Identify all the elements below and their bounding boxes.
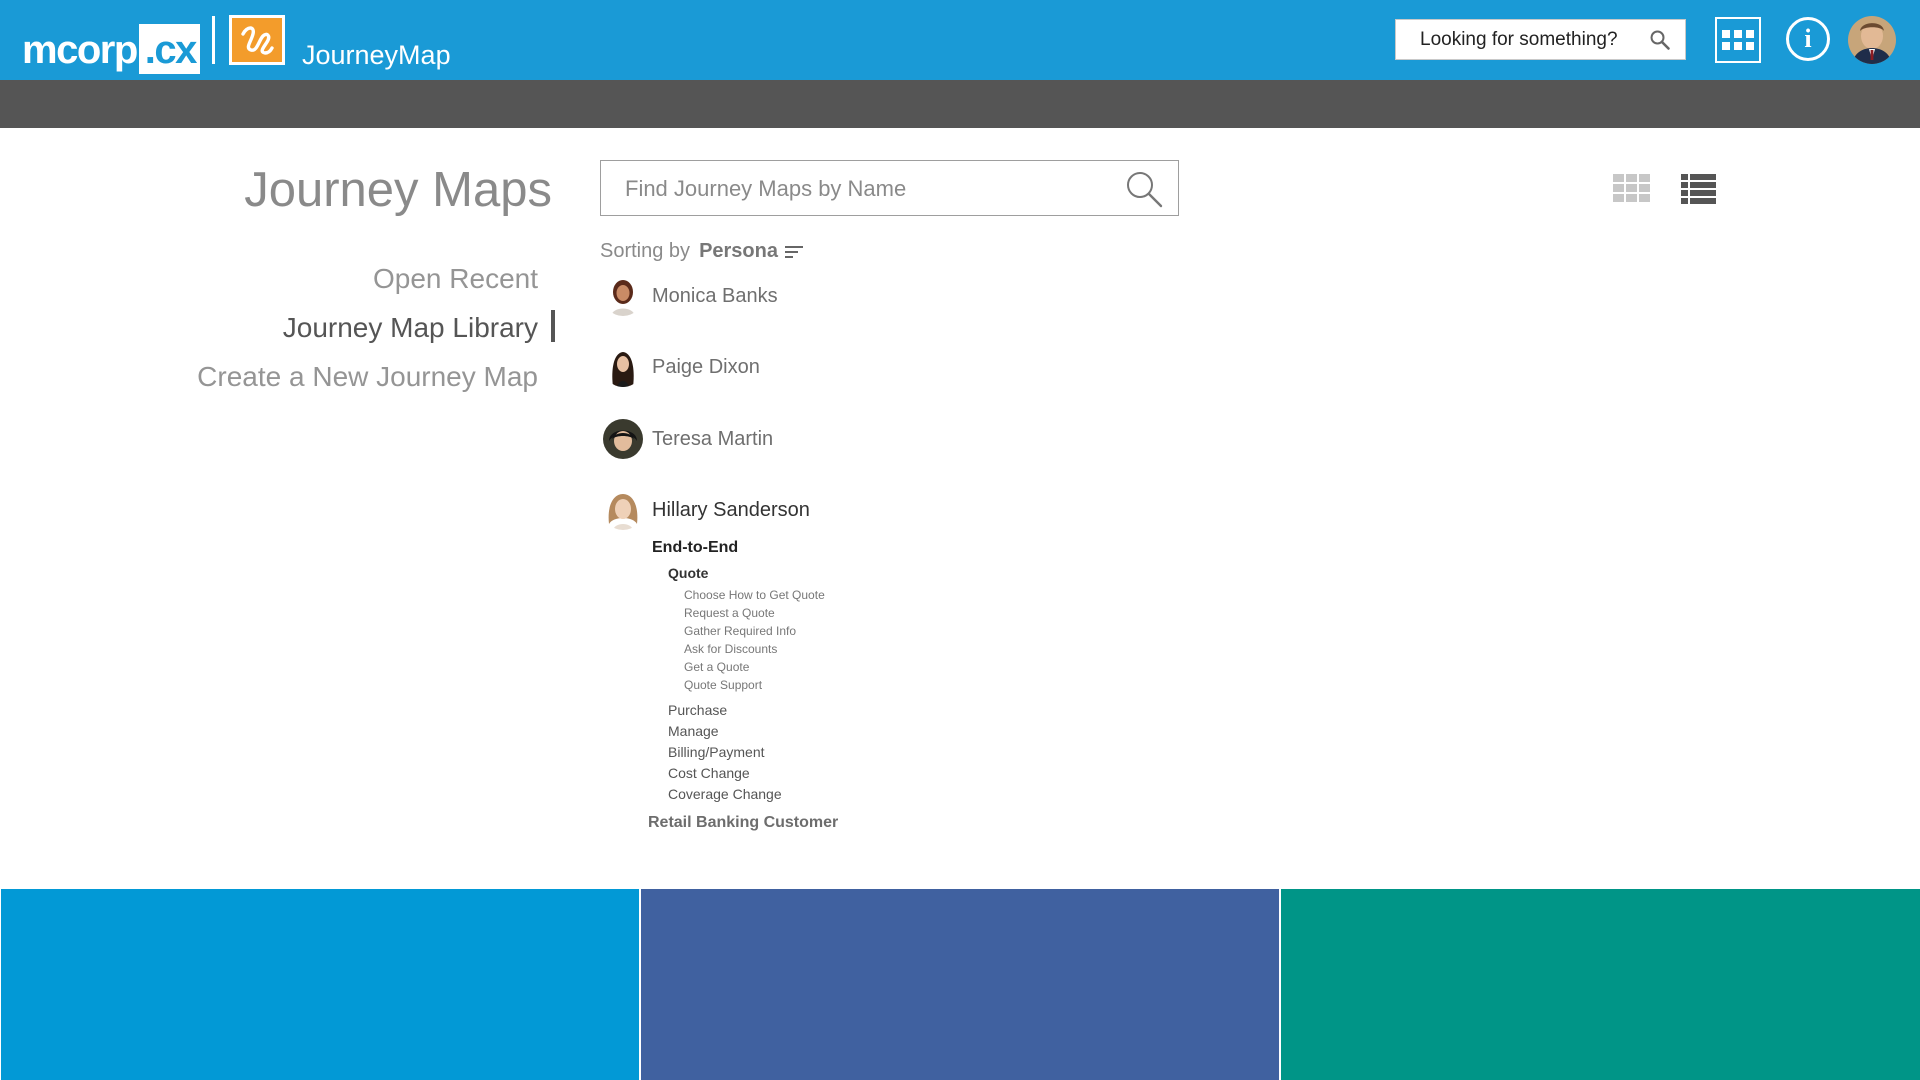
persona-name: Monica Banks — [652, 284, 778, 307]
nav-open-recent[interactable]: Open Recent — [197, 254, 538, 303]
footer-tile-teal[interactable] — [1281, 889, 1920, 1080]
stage-item[interactable]: Cost Change — [668, 765, 750, 781]
stage-item[interactable]: Billing/Payment — [668, 744, 765, 760]
list-row — [1681, 174, 1716, 180]
global-search-input[interactable] — [1418, 27, 1652, 52]
search-icon[interactable] — [1649, 29, 1671, 51]
persona-hillary-sanderson[interactable]: Hillary Sanderson — [603, 489, 810, 531]
list-row — [1681, 182, 1716, 188]
sort-control[interactable]: Sorting by Persona — [600, 240, 805, 263]
active-nav-indicator — [551, 310, 555, 342]
apps-grid-dot — [1734, 42, 1742, 50]
persona-monica-banks[interactable]: Monica Banks — [603, 275, 778, 317]
grid-cell — [1639, 194, 1650, 202]
persona-avatar — [603, 419, 643, 459]
persona-avatar — [603, 276, 643, 316]
persona-paige-dixon[interactable]: Paige Dixon — [603, 346, 760, 388]
app-title: JourneyMap — [302, 40, 451, 70]
journey-retail-banking-customer[interactable]: Retail Banking Customer — [648, 814, 838, 832]
sort-lines-icon[interactable] — [785, 244, 805, 260]
grid-cell — [1639, 184, 1650, 192]
left-navigation: Open Recent Journey Map Library Create a… — [197, 254, 538, 401]
apps-grid-icon[interactable] — [1715, 17, 1761, 63]
journey-end-to-end[interactable]: End-to-End — [652, 539, 738, 557]
grid-cell — [1613, 194, 1624, 202]
persona-name: Paige Dixon — [652, 355, 760, 378]
step-item[interactable]: Get a Quote — [684, 660, 749, 674]
list-row — [1681, 190, 1716, 196]
apps-grid-dot — [1746, 30, 1754, 38]
top-header: mcorp .cx JourneyMap i — [0, 0, 1920, 80]
list-row — [1681, 198, 1716, 204]
grid-cell — [1639, 174, 1650, 182]
step-item[interactable]: Ask for Discounts — [684, 642, 777, 656]
stage-quote[interactable]: Quote — [668, 565, 708, 581]
magnifier-icon[interactable] — [1124, 169, 1164, 209]
grid-cell — [1626, 174, 1637, 182]
footer-tile-indigo[interactable] — [641, 889, 1279, 1080]
apps-grid-dot — [1722, 30, 1730, 38]
stage-item[interactable]: Manage — [668, 723, 719, 739]
nav-create-new-journey-map[interactable]: Create a New Journey Map — [197, 352, 538, 401]
step-item[interactable]: Gather Required Info — [684, 624, 796, 638]
user-avatar-image — [1848, 16, 1896, 64]
logo-text-mcorp: mcorp — [22, 28, 138, 72]
stage-item[interactable]: Purchase — [668, 702, 727, 718]
apps-grid-dot — [1734, 30, 1742, 38]
squiggle-icon — [241, 26, 274, 55]
grid-cell — [1613, 174, 1624, 182]
nav-journey-map-library[interactable]: Journey Map Library — [197, 303, 538, 352]
global-search-box[interactable] — [1395, 19, 1686, 60]
grid-cell — [1613, 184, 1624, 192]
user-avatar[interactable] — [1848, 16, 1896, 64]
journey-map-search-box[interactable] — [600, 160, 1179, 216]
logo-text-cx: .cx — [138, 24, 200, 74]
step-item[interactable]: Quote Support — [684, 678, 762, 692]
logo-divider — [212, 16, 215, 64]
grid-view-icon[interactable] — [1613, 174, 1651, 204]
persona-name: Teresa Martin — [652, 427, 774, 450]
journey-map-search-input[interactable] — [623, 173, 1097, 205]
info-icon[interactable]: i — [1786, 17, 1830, 61]
stage-item[interactable]: Coverage Change — [668, 786, 782, 802]
step-item[interactable]: Choose How to Get Quote — [684, 588, 825, 602]
page-title: Journey Maps — [244, 163, 552, 217]
list-view-icon[interactable] — [1681, 174, 1716, 204]
grid-cell — [1626, 194, 1637, 202]
persona-avatar — [603, 347, 643, 387]
apps-grid-dot — [1746, 42, 1754, 50]
step-item[interactable]: Request a Quote — [684, 606, 775, 620]
sort-label: Sorting by — [600, 240, 691, 262]
grid-cell — [1626, 184, 1637, 192]
footer-tile-blue[interactable] — [1, 889, 639, 1080]
apps-grid-dot — [1722, 42, 1730, 50]
secondary-toolbar — [0, 80, 1920, 128]
persona-avatar — [603, 490, 643, 530]
mcorp-logo[interactable]: mcorp .cx — [22, 14, 200, 74]
sort-value[interactable]: Persona — [699, 240, 778, 263]
journeymap-app-icon[interactable] — [229, 15, 285, 65]
persona-teresa-martin[interactable]: Teresa Martin — [603, 418, 773, 460]
persona-name: Hillary Sanderson — [652, 498, 810, 521]
